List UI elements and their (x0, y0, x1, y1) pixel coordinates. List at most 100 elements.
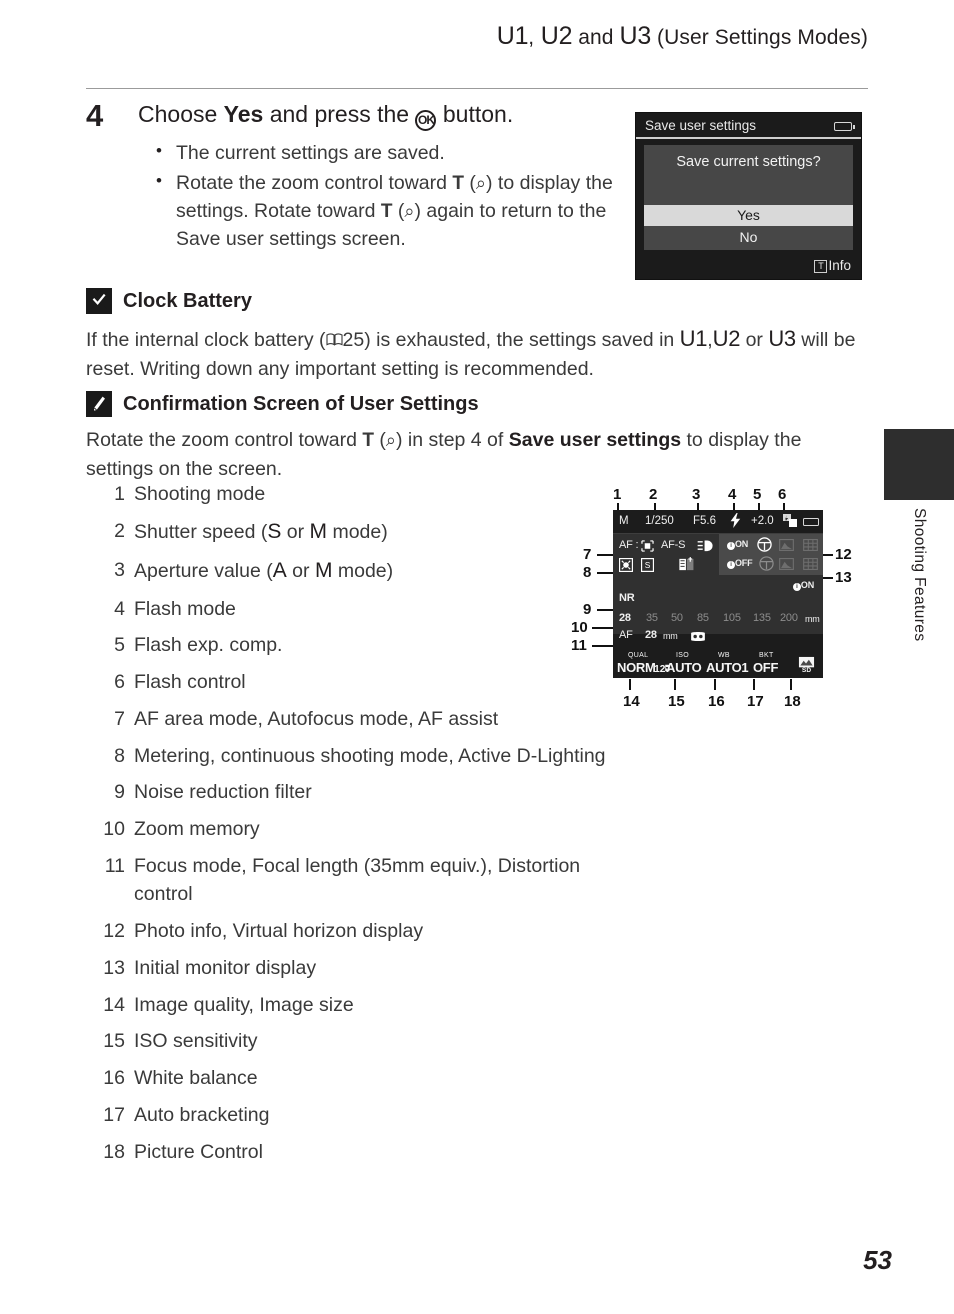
leader-line (629, 679, 631, 690)
clock-page-ref: 25 (342, 329, 365, 351)
legend-text: Noise reduction filter (134, 781, 312, 804)
photo-info-panel: i ON i OFF (719, 534, 823, 575)
white-balance-value: AUTO1 (706, 660, 749, 675)
legend-item-number: 10 (103, 818, 125, 841)
legend-text: Shooting mode (134, 483, 266, 505)
header-u3: U3 (619, 22, 652, 50)
magnify-icon: ⌕ (404, 200, 415, 221)
page-number: 53 (863, 1245, 892, 1275)
legend-item-label: Picture Control (134, 1138, 622, 1166)
camera-monitor-save-user-settings: Save user settings Save current settings… (635, 112, 862, 280)
zoom-memory-step: 135 (753, 612, 771, 624)
legend-item-label: ISO sensitivity (134, 1027, 622, 1055)
legend-text: mode) (327, 520, 388, 543)
callout-4: 4 (728, 486, 737, 503)
legend-item: 6 Flash control (102, 668, 622, 696)
callout-6: 6 (778, 486, 787, 503)
leader-line (790, 679, 792, 690)
photo-info-off-label: i OFF (727, 558, 753, 569)
legend-item-label: AF area mode, Autofocus mode, AF assist (134, 705, 622, 733)
note-clock-battery: Clock Battery If the internal clock batt… (86, 288, 868, 383)
monitor-legend-list: 1 Shooting mode 2 Shutter speed (S or M mod… (102, 480, 622, 1174)
battery-icon (803, 518, 819, 526)
legend-text: or (286, 559, 315, 582)
u2-mode-label: U2 (712, 326, 741, 351)
callout-17: 17 (747, 693, 764, 710)
ok-button-icon: OK (415, 110, 437, 131)
legend-item-label: Zoom memory (134, 815, 622, 843)
legend-item: 14 Image quality, Image size (102, 991, 622, 1019)
histogram-icon (779, 538, 794, 556)
section-tab-marker (884, 429, 954, 500)
note-header: Clock Battery (86, 288, 868, 314)
af-assist-icon (697, 539, 714, 557)
legend-item: 18 Picture Control (102, 1138, 622, 1166)
page-header: U1, U2 and U3 (User Settings Modes) (0, 22, 954, 51)
info-row-top: M 1/250 F5.6 +2.0 (613, 510, 823, 534)
callout-18: 18 (784, 693, 801, 710)
distortion-control-icon (690, 629, 706, 647)
legend-text: Flash mode (134, 597, 236, 620)
legend-item-number: 14 (103, 993, 125, 1016)
header-comma: , (528, 26, 535, 49)
legend-item-number: 7 (114, 707, 125, 730)
zoom-memory-step: 35 (646, 612, 658, 624)
step-4-block: 4 Choose Yes and press the OK button. Th… (86, 100, 646, 255)
header-suffix: (User Settings Modes) (651, 26, 868, 49)
section-tab-label: Shooting Features (911, 508, 928, 642)
iso-value: AUTO (666, 660, 702, 675)
legend-item-number: 6 (114, 671, 125, 694)
legend-text: Focus mode, Focal length (35mm equiv.), … (134, 855, 581, 906)
confirm-text-2: ( (374, 429, 386, 451)
mode-letter: M (309, 519, 328, 543)
iso-label: ISO (676, 652, 689, 659)
clock-text-1: If the internal clock battery ( (86, 329, 326, 351)
step-number: 4 (86, 98, 104, 133)
legend-item-number: 11 (104, 855, 125, 877)
bullet2-p4: ( (392, 199, 405, 222)
camera-option-no[interactable]: No (644, 227, 853, 248)
confirm-text-3: ) in step 4 of (396, 429, 509, 451)
legend-text: mode) (332, 559, 394, 582)
camera-option-yes[interactable]: Yes (644, 205, 853, 226)
legend-item: 17 Auto bracketing (102, 1101, 622, 1129)
battery-icon (834, 122, 855, 131)
noise-reduction-filter-value: NR (619, 592, 635, 604)
legend-item: 3 Aperture value (A or M mode) (102, 556, 622, 586)
step-title-yes: Yes (223, 101, 264, 127)
callout-10: 10 (571, 619, 588, 636)
header-divider (86, 88, 868, 89)
legend-item: 8 Metering, continuous shooting mode, Act… (102, 742, 622, 770)
mode-letter: A (272, 558, 287, 582)
info-row-middle: i ON i OFF AF: AF-S S i ON NR 28 35 50 … (613, 534, 823, 642)
zoom-memory-step: 105 (723, 612, 741, 624)
shooting-mode-value: M (619, 515, 629, 527)
legend-item-number: 3 (114, 558, 125, 581)
legend-item: 9 Noise reduction filter (102, 778, 622, 806)
legend-item: 10 Zoom memory (102, 815, 622, 843)
framing-grid-icon (803, 557, 818, 575)
legend-text: Photo info, Virtual horizon display (134, 920, 424, 943)
header-and: and (572, 26, 620, 49)
legend-item: 12 Photo info, Virtual horizon display (102, 917, 622, 945)
legend-text: or (281, 520, 310, 543)
header-u2: U2 (540, 22, 573, 50)
leader-line (674, 679, 676, 690)
bullet2-p1: Rotate the zoom control toward (176, 171, 453, 194)
autofocus-mode-value: AF-S (661, 539, 686, 551)
legend-item-number: 9 (114, 781, 125, 804)
legend-item-label: Flash mode (134, 595, 622, 623)
legend-text: Metering, continuous shooting mode, Acti… (134, 744, 606, 767)
bracketing-label: BKT (759, 652, 774, 659)
pencil-note-icon (86, 391, 112, 417)
magnify-icon: ⌕ (385, 430, 397, 450)
step-title: Choose Yes and press the OK button. (138, 100, 646, 131)
legend-item-label: Image quality, Image size (134, 991, 622, 1019)
u3-mode-label: U3 (768, 326, 796, 351)
step-title-mid: and press the (263, 101, 416, 127)
image-quality-value: NORM (617, 660, 656, 675)
legend-item-label: Noise reduction filter (134, 778, 622, 806)
mode-letter: M (314, 558, 333, 582)
legend-item: 15 ISO sensitivity (102, 1027, 622, 1055)
svg-text:S: S (645, 560, 651, 570)
